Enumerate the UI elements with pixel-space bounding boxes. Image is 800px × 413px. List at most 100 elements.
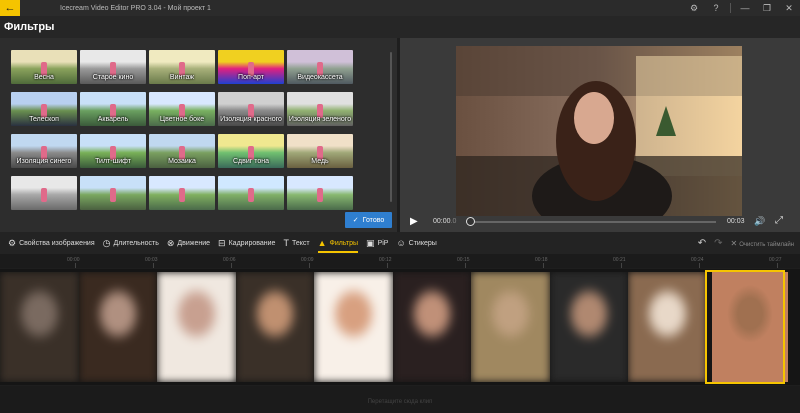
tick-label: 00:00 xyxy=(67,257,80,263)
timeline-clip[interactable] xyxy=(628,272,707,382)
tick-label: 00:18 xyxy=(535,257,548,263)
filter-panel: Весна Старое кино Винтаж Поп-арт Видеокассет… xyxy=(0,38,397,232)
tick-mark xyxy=(465,263,466,268)
filter-icon: ▲ xyxy=(317,238,327,248)
filter-thumb[interactable]: Телескоп xyxy=(11,92,77,126)
play-icon[interactable]: ▶ xyxy=(410,216,418,227)
filter-label: Тилт-шифт xyxy=(95,158,131,165)
divider xyxy=(730,3,731,13)
filter-thumb[interactable]: Винтаж xyxy=(149,50,215,84)
timeline-clip[interactable] xyxy=(549,272,628,382)
toolbar-sticker[interactable]: ☺ Стикеры xyxy=(396,232,436,254)
pip-icon: ▣ xyxy=(366,237,375,248)
filter-thumb[interactable]: Изоляция красного xyxy=(218,92,284,126)
filter-thumb[interactable]: Весна xyxy=(11,50,77,84)
tick-mark xyxy=(543,263,544,268)
filter-thumb[interactable] xyxy=(11,176,77,210)
filter-thumb[interactable] xyxy=(287,176,353,210)
tick-mark xyxy=(621,263,622,268)
figure-shape xyxy=(317,188,323,202)
filter-label: Изоляция зеленого xyxy=(288,116,352,123)
toolbar-clock[interactable]: ◷ Длительность xyxy=(103,232,159,254)
current-time: 00:00.0 xyxy=(433,218,457,225)
video-preview[interactable] xyxy=(456,46,742,216)
clip-thumbnail xyxy=(471,272,550,382)
window-controls: ⚙ ? — ❐ ✕ xyxy=(683,0,800,16)
toolbar-label: Движение xyxy=(177,239,211,247)
filter-label: Телескоп xyxy=(29,116,59,123)
tick-label: 00:27 xyxy=(769,257,782,263)
text-icon: T xyxy=(283,238,289,248)
seek-bar[interactable] xyxy=(466,221,716,223)
back-button[interactable]: ← xyxy=(0,0,20,16)
filter-thumb[interactable]: Акварель xyxy=(80,92,146,126)
filter-thumb[interactable]: Поп-арт xyxy=(218,50,284,84)
filter-thumb[interactable]: Тилт-шифт xyxy=(80,134,146,168)
timeline-track[interactable] xyxy=(0,269,800,385)
tick-mark xyxy=(699,263,700,268)
filter-thumb[interactable] xyxy=(149,176,215,210)
timeline-clip[interactable] xyxy=(314,272,393,382)
toolbar-pip[interactable]: ▣ PiP xyxy=(366,232,388,254)
tick-label: 00:15 xyxy=(457,257,470,263)
timeline-clip[interactable] xyxy=(235,272,314,382)
filter-label: Изоляция синего xyxy=(16,158,72,165)
toolbar-crop[interactable]: ⊟ Кадрирование xyxy=(218,232,275,254)
player-controls: ▶ 00:00.0 00:03 🔊 ⤢ xyxy=(400,212,800,232)
tick-label: 00:06 xyxy=(223,257,236,263)
timeline-clip[interactable] xyxy=(78,272,157,382)
volume-icon[interactable]: 🔊 xyxy=(754,216,765,227)
figure-shape xyxy=(248,188,254,202)
redo-icon[interactable]: ↷ xyxy=(714,238,722,249)
clip-thumbnail xyxy=(628,272,707,382)
filter-label: Старое кино xyxy=(92,74,134,81)
undo-icon[interactable]: ↶ xyxy=(698,238,706,249)
minimize-button[interactable]: — xyxy=(734,0,756,16)
tick-label: 00:03 xyxy=(145,257,158,263)
filter-scrollbar[interactable] xyxy=(390,52,392,202)
filter-thumb[interactable] xyxy=(218,176,284,210)
done-button[interactable]: ✓ Готово xyxy=(345,212,392,228)
timeline-clip[interactable] xyxy=(0,272,79,382)
filter-thumb[interactable] xyxy=(80,176,146,210)
toolbar-text[interactable]: T Текст xyxy=(283,232,309,254)
filter-label: Весна xyxy=(34,74,54,81)
filter-label: Сдвиг тона xyxy=(232,158,270,165)
clear-timeline-button[interactable]: ✕ Очистить таймлайн xyxy=(731,239,795,248)
tick-label: 00:09 xyxy=(301,257,314,263)
toolbar-motion[interactable]: ⊗ Движение xyxy=(167,232,210,254)
timeline-clip[interactable] xyxy=(392,272,471,382)
toolbar-label: Стикеры xyxy=(408,239,437,247)
maximize-button[interactable]: ❐ xyxy=(756,0,778,16)
toolbar-label: Фильтры xyxy=(329,239,359,247)
settings-icon[interactable]: ⚙ xyxy=(683,0,705,16)
filter-thumb[interactable]: Изоляция зеленого xyxy=(287,92,353,126)
toolbar-filter[interactable]: ▲ Фильтры xyxy=(317,232,359,254)
fullscreen-icon[interactable]: ⤢ xyxy=(775,215,783,226)
preview-panel xyxy=(400,38,800,232)
timeline-clip[interactable] xyxy=(157,272,236,382)
filter-thumb[interactable]: Изоляция синего xyxy=(11,134,77,168)
tick-mark xyxy=(387,263,388,268)
filter-thumb[interactable]: Видеокассета xyxy=(287,50,353,84)
toolbar-label: Свойства изображения xyxy=(19,239,95,247)
timeline-footer: Перетащите сюда клип xyxy=(0,386,800,413)
toolbar-label: PiP xyxy=(377,239,389,247)
filter-thumb[interactable]: Мозаика xyxy=(149,134,215,168)
clip-thumbnail xyxy=(235,272,314,382)
toolbar-gear[interactable]: ⚙ Свойства изображения xyxy=(8,232,95,254)
help-icon[interactable]: ? xyxy=(705,0,727,16)
filter-thumb[interactable]: Сдвиг тона xyxy=(218,134,284,168)
filter-thumb[interactable]: Старое кино xyxy=(80,50,146,84)
timeline-clip[interactable] xyxy=(471,272,550,382)
filter-thumb[interactable]: Цветное боке xyxy=(149,92,215,126)
close-icon: ✕ xyxy=(730,238,738,248)
toolbar-right: ↶ ↷ ✕ Очистить таймлайн xyxy=(698,238,800,249)
figure-shape xyxy=(110,188,116,202)
page-title: Фильтры xyxy=(4,21,55,33)
edit-toolbar: ⚙ Свойства изображения ◷ Длительность ⊗ Движе… xyxy=(0,232,800,254)
drop-hint: Перетащите сюда клип xyxy=(367,399,433,405)
filter-thumb[interactable]: Медь xyxy=(287,134,353,168)
close-button[interactable]: ✕ xyxy=(778,0,800,16)
seek-handle[interactable] xyxy=(466,217,475,226)
